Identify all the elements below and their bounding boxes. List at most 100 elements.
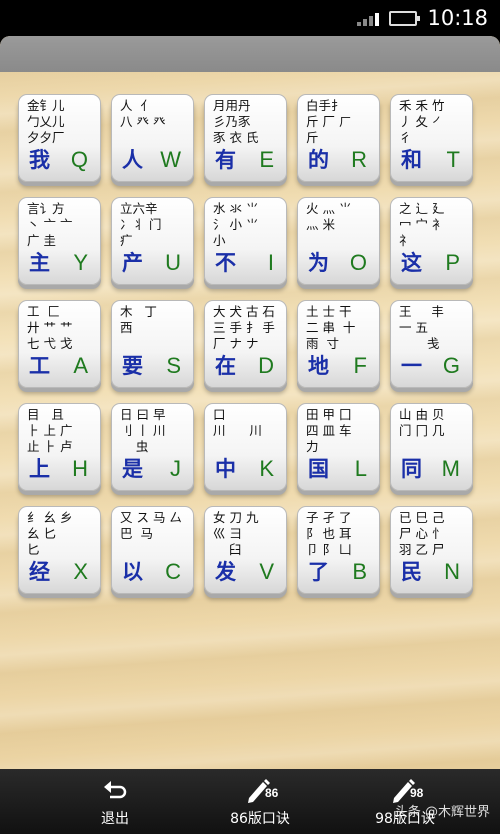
key-f[interactable]: 土 士 干 二 串 十 雨 寸地F <box>297 300 380 388</box>
key-letter: Q <box>70 147 88 172</box>
key-h[interactable]: 目 且 ⺊ 上 广 止 ⺊ 卢上H <box>18 403 101 491</box>
key-d[interactable]: 大 犬 古 石 三 手 ⺘ 手 厂 ナ ナ在D <box>204 300 287 388</box>
mnemonic-86-label: 86版口诀 <box>230 810 290 827</box>
key-letter: P <box>445 250 460 275</box>
key-character: 地 <box>308 354 329 378</box>
key-v[interactable]: 女 刀 九 巛 彐 臼发V <box>204 506 287 594</box>
key-c[interactable]: 又 ス 马 厶 巴 马以C <box>111 506 194 594</box>
key-letter: Y <box>73 250 88 275</box>
key-roots: 言讠方 丶 亠 亠 广 圭 <box>27 201 73 248</box>
key-roots: 大 犬 古 石 三 手 ⺘ 手 厂 ナ ナ <box>213 304 275 351</box>
key-roots: 田 甲 囗 四 皿 车 力 <box>306 407 352 454</box>
key-a[interactable]: 工 匚 廾 艹 艹 七 弋 戈工A <box>18 300 101 388</box>
key-roots: 口 川 川 <box>213 407 262 438</box>
key-letter: R <box>351 147 367 172</box>
exit-label: 退出 <box>101 810 129 827</box>
key-letter: M <box>441 456 460 481</box>
key-roots: 目 且 ⺊ 上 广 止 ⺊ 卢 <box>27 407 73 454</box>
mnemonic-86-button[interactable]: 86 86版口诀 <box>205 769 315 834</box>
key-character: 这 <box>401 251 422 275</box>
key-letter: H <box>72 456 88 481</box>
key-letter: J <box>170 456 181 481</box>
panel-header <box>0 36 500 72</box>
wubi-key-grid: 金钅儿 勹乂儿 夕夕厂我 Q 人 亻 八 癶 癶人 W 月用丹 彡乃豕 豕 衣 氏有E白… <box>18 94 486 594</box>
key-n[interactable]: 已 巳 己 尸 心 忄 羽 乙 尸民N <box>390 506 473 594</box>
key-letter: X <box>73 559 88 584</box>
key-j[interactable]: 日 曰 早 刂 丨 川 虫是 J <box>111 403 194 491</box>
key-character: 要 <box>122 354 143 378</box>
key-character: 发 <box>215 560 236 584</box>
key-letter: D <box>258 353 274 378</box>
key-roots: 立六辛 冫丬 门 疒 <box>120 201 162 248</box>
key-character: 的 <box>308 148 329 172</box>
key-letter: C <box>165 559 181 584</box>
key-character: 不 <box>215 251 236 275</box>
key-u[interactable]: 立六辛 冫丬 门 疒产U <box>111 197 194 285</box>
bottom-nav: 退出 86 86版口诀 98 98版口诀 头条 @木辉世界 <box>0 769 500 834</box>
key-letter: I <box>267 250 274 275</box>
key-roots: 女 刀 九 巛 彐 臼 <box>213 510 259 557</box>
key-character: 是 <box>122 457 143 481</box>
key-character: 主 <box>29 251 50 275</box>
key-letter: N <box>444 559 460 584</box>
key-x[interactable]: 纟 幺 乡 幺 匕 匕经X <box>18 506 101 594</box>
battery-icon <box>389 10 421 26</box>
key-character: 人 <box>122 148 143 172</box>
key-character: 国 <box>308 457 329 481</box>
key-character: 同 <box>401 457 422 481</box>
key-character: 为 <box>308 251 329 275</box>
key-roots: 王 丰 一 五 戋 <box>399 304 444 351</box>
key-roots: 山 由 贝 门 冂 几 <box>399 407 445 438</box>
status-bar: 10:18 <box>0 0 500 36</box>
key-letter: O <box>349 250 367 275</box>
key-roots: 土 士 干 二 串 十 雨 寸 <box>306 304 356 351</box>
key-roots: 之 辶 廴 冖 宀 衤 礻 <box>399 201 445 248</box>
key-k[interactable]: 口 川 川中K <box>204 403 287 491</box>
key-letter: F <box>353 353 367 378</box>
key-l[interactable]: 田 甲 囗 四 皿 车 力国 L <box>297 403 380 491</box>
signal-bars-icon <box>357 10 380 26</box>
key-roots: 月用丹 彡乃豕 豕 衣 氏 <box>213 98 259 145</box>
key-character: 经 <box>29 560 50 584</box>
key-character: 在 <box>215 354 236 378</box>
key-s[interactable]: 木 丁 西要S <box>111 300 194 388</box>
version-badge-98: 98 <box>410 785 424 800</box>
key-roots: 已 巳 己 尸 心 忄 羽 乙 尸 <box>399 510 445 557</box>
key-letter: K <box>259 456 274 481</box>
key-r[interactable]: 白手扌 斤 厂 ㄏ 斤的R <box>297 94 380 182</box>
pencil-icon: 86 <box>245 776 279 804</box>
key-letter: S <box>166 353 181 378</box>
key-roots: 禾 禾 竹 丿 夂 ㇒ 彳 <box>399 98 445 145</box>
key-character: 和 <box>401 148 422 172</box>
key-character: 民 <box>401 560 422 584</box>
key-character: 中 <box>215 457 236 481</box>
key-y[interactable]: 言讠方 丶 亠 亠 广 圭主Y <box>18 197 101 285</box>
key-character: 以 <box>122 560 143 584</box>
key-character: 产 <box>122 251 143 275</box>
key-roots: 木 丁 西 <box>120 304 157 335</box>
exit-button[interactable]: 退出 <box>60 769 170 834</box>
key-letter: V <box>259 559 274 584</box>
key-letter: L <box>354 456 367 481</box>
key-g[interactable]: 王 丰 一 五 戋一G <box>390 300 473 388</box>
key-b[interactable]: 子 孑 了 阝 也 耳 卩 阝 凵了B <box>297 506 380 594</box>
status-time: 10:18 <box>427 6 488 30</box>
key-w[interactable]: 人 亻 八 癶 癶人W <box>111 94 194 182</box>
key-roots: 又 ス 马 厶 巴 马 <box>120 510 182 541</box>
key-p[interactable]: 之 辶 廴 冖 宀 衤 礻这P <box>390 197 473 285</box>
key-roots: 水 氺 ⺌ 氵 小 ⺌ 小 <box>213 201 259 248</box>
key-letter: A <box>73 353 88 378</box>
key-character: 有 <box>215 148 236 172</box>
key-o[interactable]: 火 灬 ⺌ 灬 米为O <box>297 197 380 285</box>
key-i[interactable]: 水 氺 ⺌ 氵 小 ⺌ 小不 I <box>204 197 287 285</box>
key-character: 一 <box>401 354 422 378</box>
key-q[interactable]: 金钅儿 勹乂儿 夕夕厂我 Q <box>18 94 101 182</box>
key-t[interactable]: 禾 禾 竹 丿 夂 ㇒ 彳和T <box>390 94 473 182</box>
wubi-keyboard-panel: 金钅儿 勹乂儿 夕夕厂我 Q 人 亻 八 癶 癶人 W 月用丹 彡乃豕 豕 衣 氏有E白… <box>0 36 500 769</box>
key-letter: U <box>165 250 181 275</box>
key-roots: 子 孑 了 阝 也 耳 卩 阝 凵 <box>306 510 352 557</box>
version-badge-86: 86 <box>265 785 279 800</box>
key-character: 上 <box>29 457 50 481</box>
key-e[interactable]: 月用丹 彡乃豕 豕 衣 氏有E <box>204 94 287 182</box>
key-m[interactable]: 山 由 贝 门 冂 几同M <box>390 403 473 491</box>
